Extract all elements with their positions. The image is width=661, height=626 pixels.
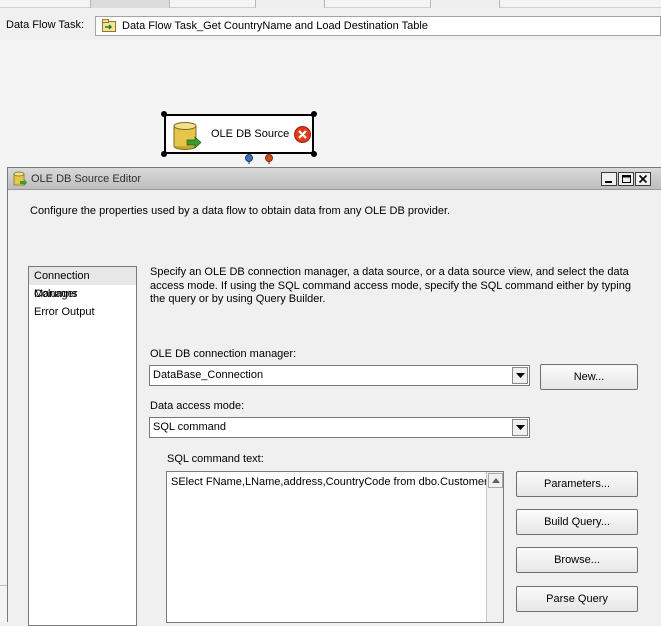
connection-manager-label: OLE DB connection manager: <box>150 348 297 360</box>
data-flow-task-selector[interactable]: Data Flow Task_Get CountryName and Load … <box>95 16 661 36</box>
dropdown-arrow-icon <box>516 373 525 378</box>
designer-tab[interactable] <box>430 0 500 8</box>
designer-tab-strip <box>0 0 661 8</box>
database-source-icon <box>13 171 27 186</box>
ole-db-source-editor-dialog: OLE DB Source Editor Configure the prope… <box>7 167 661 626</box>
data-flow-task-value: Data Flow Task_Get CountryName and Load … <box>122 20 428 32</box>
scroll-up-button[interactable] <box>488 473 503 488</box>
data-output-arrow[interactable] <box>245 154 253 164</box>
new-connection-button[interactable]: New... <box>540 364 638 390</box>
page-navigation-list: Connection Manager Columns Error Output <box>28 266 137 626</box>
dropdown-arrow-icon <box>516 425 525 430</box>
page-instructions: Specify an OLE DB connection manager, a … <box>150 266 631 305</box>
access-mode-label: Data access mode: <box>150 400 245 412</box>
connection-manager-value: DataBase_Connection <box>153 369 264 381</box>
access-mode-value: SQL command <box>153 421 226 433</box>
parse-query-button[interactable]: Parse Query <box>516 586 638 612</box>
ole-db-source-component[interactable]: OLE DB Source <box>164 114 314 154</box>
selection-handle[interactable] <box>311 111 317 117</box>
close-button[interactable] <box>635 172 651 186</box>
dialog-description: Configure the properties used by a data … <box>30 205 451 217</box>
sql-command-textarea[interactable]: SElect FName,LName,address,CountryCode f… <box>166 471 504 623</box>
designer-tab[interactable] <box>90 0 170 8</box>
sql-command-text: SElect FName,LName,address,CountryCode f… <box>171 476 494 488</box>
database-source-icon <box>173 122 202 150</box>
data-flow-task-label: Data Flow Task: <box>6 19 85 31</box>
maximize-button[interactable] <box>618 172 634 186</box>
parameters-button[interactable]: Parameters... <box>516 471 638 497</box>
sql-scrollbar[interactable] <box>486 472 503 622</box>
sql-command-label: SQL command text: <box>167 453 264 465</box>
data-flow-task-bar: Data Flow Task: Data Flow Task_Get Count… <box>0 9 661 40</box>
minimize-button[interactable] <box>601 172 617 186</box>
build-query-button[interactable]: Build Query... <box>516 509 638 535</box>
data-flow-task-icon <box>102 19 116 32</box>
selection-handle[interactable] <box>161 151 167 157</box>
scroll-up-icon <box>492 478 500 483</box>
minimize-icon <box>605 181 612 183</box>
component-name: OLE DB Source <box>211 128 290 140</box>
access-mode-dropdown-button[interactable] <box>512 419 528 436</box>
dialog-title-bar[interactable]: OLE DB Source Editor <box>8 168 661 190</box>
designer-tab[interactable] <box>255 0 325 8</box>
error-output-arrow[interactable] <box>265 154 273 164</box>
browse-button[interactable]: Browse... <box>516 547 638 573</box>
dialog-title: OLE DB Source Editor <box>31 173 142 185</box>
nav-item-error-output[interactable]: Error Output <box>29 303 136 321</box>
connection-manager-dropdown-button[interactable] <box>512 367 528 384</box>
nav-item-connection-manager[interactable]: Connection Manager <box>29 267 136 300</box>
nav-item-columns[interactable]: Columns <box>29 285 136 303</box>
close-icon <box>638 174 648 184</box>
maximize-icon <box>622 175 631 183</box>
error-icon <box>294 126 311 143</box>
selection-handle[interactable] <box>311 151 317 157</box>
access-mode-combo[interactable]: SQL command <box>149 417 530 438</box>
connection-manager-combo[interactable]: DataBase_Connection <box>149 365 530 386</box>
selection-handle[interactable] <box>161 111 167 117</box>
